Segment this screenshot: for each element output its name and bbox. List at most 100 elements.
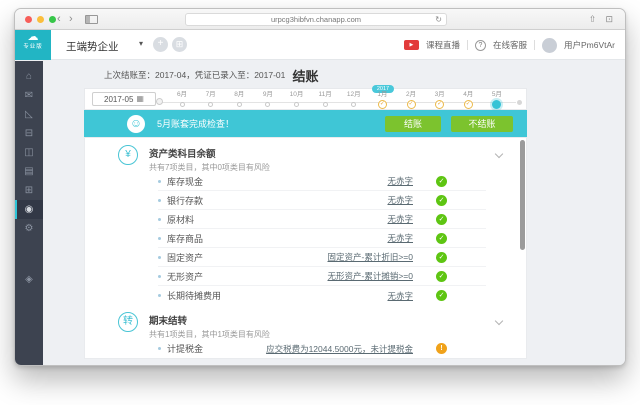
row-check-link[interactable]: 无形资产-累计摊销>=0 [328,270,414,282]
month-label: 9月 [263,91,273,99]
timeline-month-closed[interactable]: 3月✓ [427,91,453,109]
month-label: 5月 [492,91,502,99]
sidebar-item-purchase[interactable]: ◈ [15,270,43,289]
month-node [294,102,299,107]
timeline-month[interactable]: 6月 [169,91,195,109]
url-text: urpcg3hibfvn.chanapp.com [271,15,361,24]
scrollbar-thumb[interactable] [520,140,525,250]
timeline-month-current[interactable]: 5月 [484,91,510,109]
settle-button[interactable]: 结账 [385,116,441,132]
period-timeline: 2017-05 ▦ 2017 6月 7月 8月 9月 10月 11月 12月 1… [84,88,527,110]
status-ok-icon: ✓ [436,195,447,206]
month-label: 8月 [234,91,244,99]
company-name[interactable]: 王端势企业 [66,39,119,54]
live-icon: ▶ [404,40,419,50]
row-label: 计提税金 [167,342,203,355]
row-check-link[interactable]: 无赤字 [387,213,413,225]
period-date-value: 2017-05 [104,95,133,104]
share-icon[interactable]: ⇧ [589,13,597,25]
month-check-icon: ✓ [435,100,444,109]
page-title: 结账 [84,66,527,85]
apps-grid-button[interactable]: ⊞ [172,37,187,52]
section-carryover-header: 转 期末结转 共有1项类目，其中1项类目有风险 [85,305,526,339]
bullet-icon [158,294,161,297]
month-label: 4月 [463,91,473,99]
sidebar-item-invoice[interactable]: ✉ [15,86,43,105]
reload-icon[interactable]: ↻ [435,14,442,25]
yuan-badge-icon: ¥ [118,145,138,165]
bullet-icon [158,199,161,202]
cloud-logo-icon: ☁ [15,30,51,44]
timeline-month[interactable]: 11月 [312,91,338,109]
funds-icon: ⊟ [25,128,33,139]
mascot-icon: ☺ [127,115,145,133]
timeline-month[interactable]: 9月 [255,91,281,109]
zoom-window-button[interactable] [49,16,56,23]
timeline-month[interactable]: 10月 [284,91,310,109]
sidebar-item-closing[interactable]: ◉ [15,200,43,219]
row-label: 库存现金 [167,175,203,188]
month-label: 3月 [435,91,445,99]
row-check-link[interactable]: 无赤字 [387,175,413,187]
bullet-icon [158,347,161,350]
table-row: 原材料 无赤字 ✓ [158,210,486,229]
sidebar-spacer [15,238,43,270]
row-label: 银行存款 [167,194,203,207]
tabs-icon[interactable]: ⊡ [605,13,613,25]
address-bar[interactable]: urpcg3hibfvn.chanapp.com ↻ [185,13,447,26]
sidebar-item-funds[interactable]: ⊟ [15,124,43,143]
username[interactable]: 用户Pm6VtAr [564,39,615,51]
row-check-link[interactable]: 无赤字 [387,232,413,244]
assets-icon: ⊞ [25,185,33,196]
live-course-link[interactable]: 课程直播 [426,39,460,51]
check-result-banner: ☺ 5月账套完成检查！ 结账 不结账 [84,110,527,137]
edition-label: 专业版 [15,44,51,51]
table-row: 库存商品 无赤字 ✓ [158,229,486,248]
month-label: 10月 [290,91,304,99]
timeline-month[interactable]: 8月 [226,91,252,109]
close-window-button[interactable] [25,16,32,23]
company-dropdown-icon[interactable]: ▾ [139,39,143,48]
no-settle-button[interactable]: 不结账 [451,116,513,132]
add-button[interactable]: + [153,37,168,52]
timeline-month[interactable]: 12月 [341,91,367,109]
status-ok-icon: ✓ [436,233,447,244]
app-logo[interactable]: ☁ 专业版 [15,30,51,60]
sidebar-item-assets[interactable]: ⊞ [15,181,43,200]
month-check-icon: ✓ [464,100,473,109]
divider [534,40,535,50]
back-button[interactable]: ‹ [57,12,61,26]
ledger-icon: ◫ [24,147,33,158]
minimize-window-button[interactable] [37,16,44,23]
timeline-month-closed[interactable]: 4月✓ [455,91,481,109]
bullet-icon [158,237,161,240]
calendar-icon: ▦ [136,95,144,103]
timeline-month-closed[interactable]: 1月✓ [369,91,395,109]
row-check-link[interactable]: 无赤字 [387,194,413,206]
row-check-link[interactable]: 应交税费为12044.5000元，未计提税金 [266,343,413,355]
sidebar-item-home[interactable]: ⌂ [15,67,43,86]
month-node [208,102,213,107]
browser-chrome: ‹ › urpcg3hibfvn.chanapp.com ↻ ⇧ ⊡ [15,9,625,30]
online-support-link[interactable]: 在线客服 [493,39,527,51]
month-node [237,102,242,107]
row-label: 库存商品 [167,232,203,245]
forward-button[interactable]: › [69,12,73,26]
month-node [180,102,185,107]
sidebar-item-salary[interactable]: ▤ [15,162,43,181]
sidebar-item-settings[interactable]: ⚙ [15,219,43,238]
avatar[interactable] [542,38,557,53]
month-label: 12月 [347,91,361,99]
sidebar-item-accounts[interactable]: ◫ [15,143,43,162]
timeline-month[interactable]: 7月 [198,91,224,109]
row-check-link[interactable]: 无赤字 [387,290,413,302]
timeline-start-node [156,98,163,105]
month-node [351,102,356,107]
row-check-link[interactable]: 固定资产-累计折旧>=0 [328,251,414,263]
sidebar-item-reports[interactable]: ◺ [15,105,43,124]
table-row: 计提税金 应交税费为12044.5000元，未计提税金 ! [158,339,486,358]
sidebar-toggle-icon[interactable] [85,15,98,24]
timeline-month-closed[interactable]: 2月✓ [398,91,424,109]
period-date-picker[interactable]: 2017-05 ▦ [92,92,156,106]
section-assets-header: ¥ 资产类科目余额 共有7项类目，其中0项类目有风险 [85,138,526,172]
